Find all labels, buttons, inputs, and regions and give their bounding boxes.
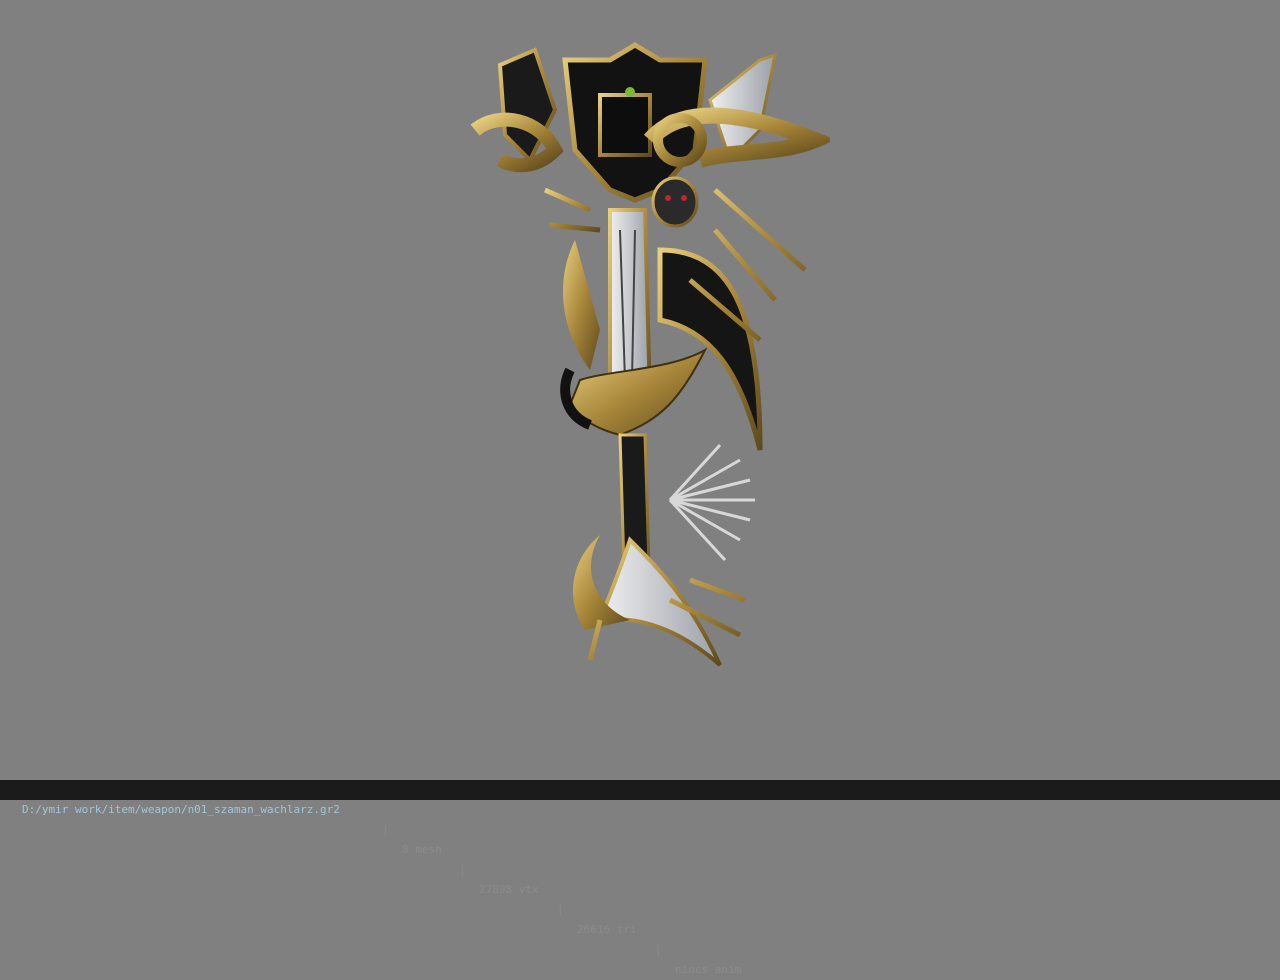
status-separator: | bbox=[655, 943, 662, 956]
mesh-count: 8 mesh bbox=[402, 843, 442, 856]
status-separator: | bbox=[557, 903, 564, 916]
status-bar: D:/ymir work/item/weapon/n01_szaman_wach… bbox=[0, 780, 1280, 976]
model-file-path: D:/ymir work/item/weapon/n01_szaman_wach… bbox=[22, 803, 340, 816]
weapon-model-preview bbox=[470, 42, 830, 667]
vertex-count: 27898 vtx bbox=[479, 883, 539, 896]
status-separator: | bbox=[459, 863, 466, 876]
triangle-count: 26616 tri bbox=[577, 923, 637, 936]
status-separator: | bbox=[382, 823, 389, 836]
animation-status: nincs anim bbox=[675, 963, 742, 976]
3d-viewport[interactable] bbox=[0, 0, 1280, 780]
